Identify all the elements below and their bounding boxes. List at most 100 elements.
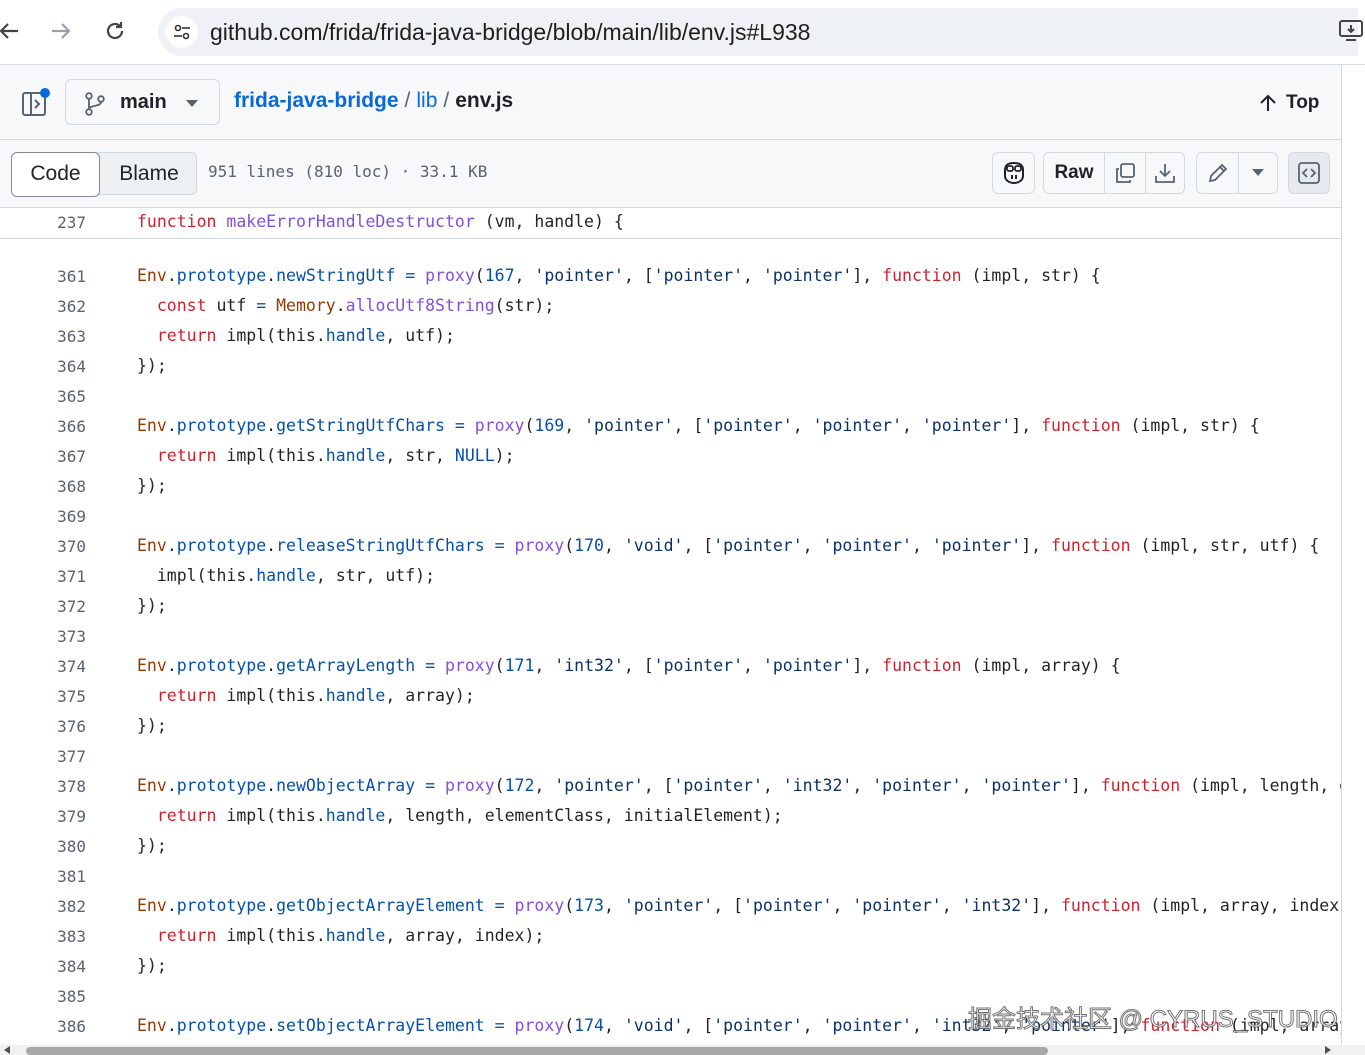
line-number[interactable]: 369 <box>0 507 86 526</box>
line-number[interactable]: 375 <box>0 687 86 706</box>
line-number[interactable]: 364 <box>0 357 86 376</box>
code-line[interactable]: 381 <box>0 862 1341 892</box>
line-number[interactable]: 368 <box>0 477 86 496</box>
code-token: handle <box>325 686 386 705</box>
line-number[interactable]: 361 <box>0 267 86 286</box>
code-token: , <box>603 896 624 915</box>
line-number[interactable]: 385 <box>0 987 86 1006</box>
code-token: 'pointer' <box>822 1016 912 1035</box>
scroll-left-icon[interactable] <box>4 1046 10 1054</box>
code-line[interactable]: 379 return impl(this.handle, length, ele… <box>0 802 1341 832</box>
line-number[interactable]: 366 <box>0 417 86 436</box>
code-token: allocUtf8String <box>345 296 495 315</box>
scrollbar-thumb[interactable] <box>26 1047 1048 1055</box>
breadcrumb-repo-link[interactable]: frida-java-bridge <box>234 89 399 112</box>
code-line[interactable]: 374 Env.prototype.getArrayLength = proxy(… <box>0 652 1341 682</box>
line-number[interactable]: 362 <box>0 297 86 316</box>
line-number[interactable]: 383 <box>0 927 86 946</box>
code-line[interactable]: 369 <box>0 502 1341 532</box>
code-line[interactable]: 377 <box>0 742 1341 772</box>
line-number[interactable]: 373 <box>0 627 86 646</box>
code-line[interactable]: 363 return impl(this.handle, utf); <box>0 322 1341 352</box>
code-token: , [ <box>643 776 674 795</box>
code-token: proxy <box>425 266 475 285</box>
code-line[interactable]: 376}); <box>0 712 1341 742</box>
line-number[interactable]: 379 <box>0 807 86 826</box>
code-line[interactable]: 371 impl(this.handle, str, utf); <box>0 562 1341 592</box>
code-line[interactable]: 364}); <box>0 352 1341 382</box>
line-number[interactable]: 237 <box>0 213 86 232</box>
line-number[interactable]: 371 <box>0 567 86 586</box>
line-number[interactable]: 378 <box>0 777 86 796</box>
code-token: 170 <box>574 536 604 555</box>
code-line[interactable]: 368}); <box>0 472 1341 502</box>
code-line[interactable]: 378 Env.prototype.newObjectArray = proxy(… <box>0 772 1341 802</box>
code-token: , <box>534 656 555 675</box>
line-number[interactable]: 377 <box>0 747 86 766</box>
horizontal-scrollbar[interactable] <box>0 1045 1365 1055</box>
download-raw-button[interactable] <box>1146 153 1184 193</box>
code-line[interactable]: 361 Env.prototype.newStringUtf = proxy(16… <box>0 262 1341 292</box>
line-number[interactable]: 374 <box>0 657 86 676</box>
line-number[interactable]: 386 <box>0 1017 86 1036</box>
line-number[interactable]: 381 <box>0 867 86 886</box>
tab-blame[interactable]: Blame <box>102 153 196 194</box>
code-token: function <box>137 212 217 231</box>
code-line[interactable]: 383 return impl(this.handle, array, inde… <box>0 922 1341 952</box>
code-token: 'pointer' <box>822 536 912 555</box>
back-button[interactable] <box>0 16 24 46</box>
reload-button[interactable] <box>100 16 130 46</box>
address-bar[interactable]: github.com/frida/frida-java-bridge/blob/… <box>158 8 1358 56</box>
symbols-panel-button[interactable] <box>1288 152 1330 194</box>
install-app-icon[interactable] <box>1338 18 1364 49</box>
line-number[interactable]: 372 <box>0 597 86 616</box>
code-line[interactable]: 370 Env.prototype.releaseStringUtfChars =… <box>0 532 1341 562</box>
code-token: ( <box>564 1016 575 1035</box>
code-token: return <box>156 806 217 825</box>
code-line[interactable]: 366 Env.prototype.getStringUtfChars = pro… <box>0 412 1341 442</box>
code-line[interactable]: 382 Env.prototype.getObjectArrayElement =… <box>0 892 1341 922</box>
code-token: }); <box>137 836 167 855</box>
code-text: return impl(this.handle, array); <box>137 686 475 705</box>
url-text[interactable]: github.com/frida/frida-java-bridge/blob/… <box>210 16 810 48</box>
sticky-scope-line[interactable]: 237 function makeErrorHandleDestructor (… <box>0 208 1341 239</box>
line-number[interactable]: 384 <box>0 957 86 976</box>
line-number[interactable]: 376 <box>0 717 86 736</box>
code-line[interactable]: 375 return impl(this.handle, array); <box>0 682 1341 712</box>
code-line[interactable]: 362 const utf = Memory.allocUtf8String(s… <box>0 292 1341 322</box>
tab-code[interactable]: Code <box>11 152 100 197</box>
line-number[interactable]: 380 <box>0 837 86 856</box>
code-token: , <box>534 776 555 795</box>
code-token: 171 <box>504 656 535 675</box>
edit-options-button[interactable] <box>1239 153 1277 193</box>
line-number[interactable]: 367 <box>0 447 86 466</box>
file-tree-toggle-button[interactable] <box>20 87 52 119</box>
line-number[interactable]: 365 <box>0 387 86 406</box>
code-line[interactable]: 380}); <box>0 832 1341 862</box>
edit-file-button[interactable] <box>1197 153 1238 193</box>
raw-button[interactable]: Raw <box>1044 153 1104 193</box>
code-line[interactable]: 367 return impl(this.handle, str, NULL); <box>0 442 1341 472</box>
line-number[interactable]: 363 <box>0 327 86 346</box>
forward-button[interactable] <box>46 16 76 46</box>
site-settings-icon[interactable] <box>166 16 198 48</box>
branch-selector-button[interactable]: main <box>65 79 220 125</box>
copy-raw-button[interactable] <box>1105 153 1145 193</box>
line-number[interactable]: 382 <box>0 897 86 916</box>
code-line[interactable]: 360 <box>0 239 1341 262</box>
code-line[interactable]: 365 <box>0 382 1341 412</box>
code-token: , <box>762 776 783 795</box>
scroll-to-top-button[interactable]: Top <box>1258 89 1319 117</box>
copilot-button[interactable] <box>992 152 1035 194</box>
code-line[interactable]: 384}); <box>0 952 1341 982</box>
breadcrumb-folder-link[interactable]: lib <box>416 89 437 112</box>
line-number[interactable]: 370 <box>0 537 86 556</box>
code-line[interactable]: 372}); <box>0 592 1341 622</box>
scroll-right-icon[interactable] <box>1325 1046 1331 1054</box>
code-token: prototype <box>176 536 267 555</box>
code-line[interactable]: 373 <box>0 622 1341 652</box>
code-view: 360361Env.prototype.newStringUtf = proxy… <box>0 239 1341 1045</box>
copy-icon <box>1116 163 1135 183</box>
